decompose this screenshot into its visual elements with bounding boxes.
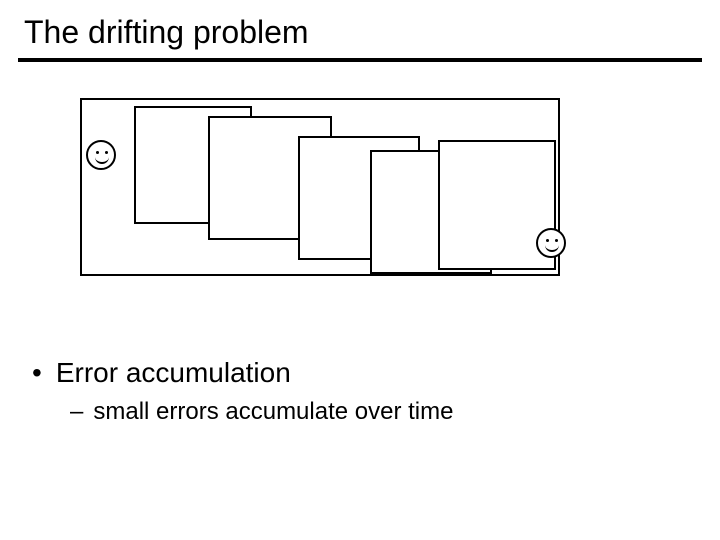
drift-diagram [80,98,560,288]
sub-bullet-marker: – [70,398,83,426]
smiley-face-icon [536,228,566,258]
sub-bullet-item: – small errors accumulate over time [70,398,453,426]
sub-bullet-text: small errors accumulate over time [93,398,453,426]
slide-title: The drifting problem [24,14,309,51]
bullet-text: Error accumulation [56,357,291,389]
bullet-item: • Error accumulation [32,357,291,389]
smiley-face-icon [86,140,116,170]
title-underline [18,58,702,62]
bullet-marker: • [32,359,42,387]
